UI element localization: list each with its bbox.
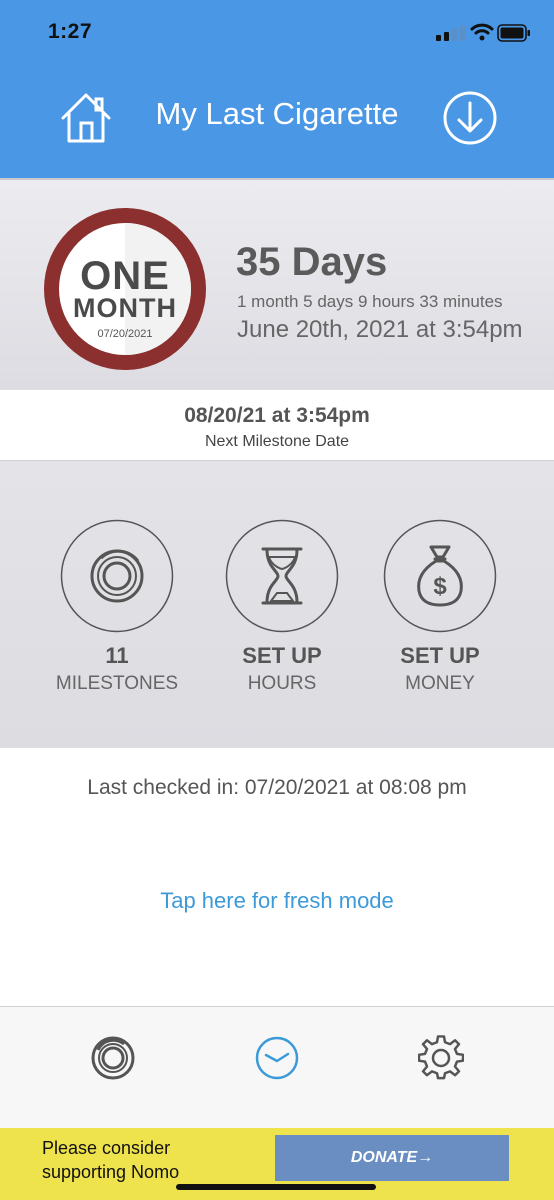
donate-message: Please consider supporting Nomo	[42, 1138, 180, 1182]
settings-tab-icon[interactable]	[418, 1035, 464, 1081]
stat-label: MILESTONES	[55, 673, 179, 694]
hourglass-icon	[225, 519, 339, 633]
home-indicator[interactable]	[176, 1184, 376, 1190]
milestones-tab-icon[interactable]	[90, 1035, 136, 1081]
status-bar: 1:27	[0, 0, 554, 66]
status-time: 1:27	[48, 20, 93, 43]
donate-button[interactable]: DONATE→	[275, 1135, 509, 1181]
badge-date: 07/20/2021	[97, 328, 153, 340]
app-header: 1:27 My Last Cigarette	[0, 0, 554, 178]
next-milestone-label: Next Milestone Date	[204, 433, 350, 450]
days-count: 35 Days	[236, 240, 388, 284]
battery-icon	[497, 24, 530, 42]
milestone-rings-icon	[60, 519, 174, 633]
stats-panel: 11 MILESTONES SET UP HOURS $ SET UP MONE…	[0, 460, 554, 748]
milestone-badge: ONE MONTH 07/20/2021	[42, 206, 208, 372]
stat-label: HOURS	[247, 673, 317, 694]
next-milestone: 08/20/21 at 3:54pm Next Milestone Date	[0, 390, 554, 460]
fresh-mode-link[interactable]: Tap here for fresh mode	[0, 888, 554, 914]
svg-text:$: $	[433, 573, 447, 600]
quit-summary: ONE MONTH 07/20/2021 35 Days 1 month 5 d…	[0, 178, 554, 390]
stat-value: SET UP	[400, 643, 480, 668]
money-bag-icon: $	[383, 519, 497, 633]
cellular-signal-icon	[436, 25, 465, 41]
download-icon[interactable]	[442, 90, 498, 146]
quit-date: June 20th, 2021 at 3:54pm	[237, 316, 523, 343]
stat-value: 11	[105, 643, 129, 668]
badge-line2: MONTH	[73, 293, 177, 323]
stat-label: MONEY	[405, 673, 475, 694]
clock-tab-icon[interactable]	[254, 1035, 300, 1081]
home-icon[interactable]	[58, 90, 114, 144]
next-milestone-date: 08/20/21 at 3:54pm	[184, 404, 370, 427]
app-title: My Last Cigarette	[155, 96, 399, 131]
wifi-icon	[470, 23, 494, 41]
stat-value: SET UP	[242, 643, 322, 668]
last-checked-text: Last checked in: 07/20/2021 at 08:08 pm	[87, 776, 467, 799]
duration-text: 1 month 5 days 9 hours 33 minutes	[237, 292, 503, 311]
tab-bar	[0, 1006, 554, 1128]
